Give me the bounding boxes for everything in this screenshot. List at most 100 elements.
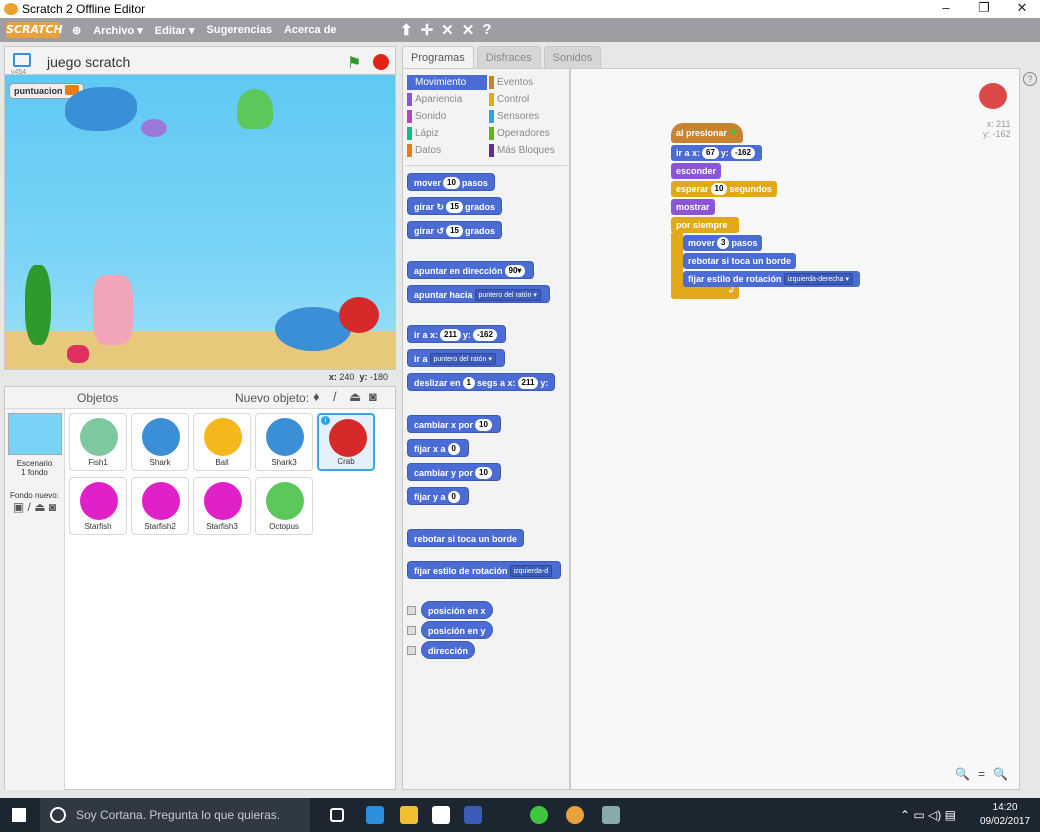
category-apariencia[interactable]: Apariencia	[407, 92, 487, 107]
block-apuntar-direccion[interactable]: apuntar en dirección 90▾	[407, 261, 535, 279]
dev-icon[interactable]	[464, 806, 482, 824]
script-ir-a-xy[interactable]: ir a x: 67 y: -162	[671, 145, 762, 161]
block-fijar-x[interactable]: fijar x a0	[407, 439, 469, 457]
hat-al-presionar[interactable]: al presionar ⚑	[671, 123, 743, 143]
block-fijar-estilo[interactable]: fijar estilo de rotación izquierda-d	[407, 561, 562, 579]
edge-icon[interactable]	[366, 806, 384, 824]
globe-icon[interactable]: ⊕	[72, 24, 81, 37]
fish-sprite[interactable]	[141, 119, 167, 137]
help-tips-icon[interactable]: ?	[1023, 72, 1037, 86]
sprite-image	[142, 482, 180, 520]
block-cambiar-y[interactable]: cambiar y por 10	[407, 463, 501, 481]
script-mostrar[interactable]: mostrar	[671, 199, 715, 215]
cortana-search[interactable]: Soy Cortana. Pregunta lo que quieras.	[40, 798, 310, 832]
windows-start-icon[interactable]	[12, 808, 26, 822]
zoom-in-icon[interactable]: 🔍	[993, 767, 1008, 781]
camera-sprite-icon[interactable]: ◙	[369, 389, 377, 404]
shark-sprite[interactable]	[65, 87, 137, 131]
stage[interactable]: puntuacion	[4, 74, 396, 370]
backdrop-tools-icon[interactable]: ▣ / ⏏ ◙	[5, 500, 64, 514]
tab-disfraces[interactable]: Disfraces	[476, 46, 541, 68]
reporter-direccion[interactable]: dirección	[421, 641, 476, 659]
menu-archivo[interactable]: Archivo ▾	[93, 24, 143, 37]
script-fijar-estilo[interactable]: fijar estilo de rotación izquierda-derech…	[683, 271, 861, 287]
reporter-posicion-x[interactable]: posición en x	[421, 601, 493, 619]
menu-acerca[interactable]: Acerca de	[284, 24, 337, 36]
posx-checkbox[interactable]	[407, 606, 416, 615]
stage-thumbnail[interactable]	[7, 413, 62, 455]
block-girar-derecha[interactable]: girar ↻ 15 grados	[407, 197, 502, 215]
paint-sprite-icon[interactable]: /	[333, 389, 337, 404]
script-por-siempre[interactable]: por siempre	[671, 217, 739, 233]
script-area[interactable]: x: 211 y: -162 al presionar ⚑ ir a x: 67 y:…	[570, 68, 1020, 790]
paint-icon[interactable]	[602, 806, 620, 824]
script-esperar[interactable]: esperar 10 segundos	[671, 181, 777, 197]
category-datos[interactable]: Datos	[407, 143, 487, 158]
block-girar-izquierda[interactable]: girar ↺ 15 grados	[407, 221, 502, 239]
block-cambiar-x[interactable]: cambiar x por 10	[407, 415, 501, 433]
block-mover[interactable]: mover 10 pasos	[407, 173, 495, 191]
shrink-icon[interactable]: ✕	[462, 21, 475, 39]
crab-sprite[interactable]	[339, 297, 379, 333]
sprite-thumb-shark3[interactable]: Shark3	[255, 413, 313, 471]
clock[interactable]: 14:20 09/02/2017	[980, 801, 1030, 829]
tray-icons[interactable]: ⌃ ▭ ◁) ▤	[900, 808, 956, 822]
file-explorer-icon[interactable]	[400, 806, 418, 824]
store-icon[interactable]	[432, 806, 450, 824]
project-name[interactable]: juego scratch	[47, 54, 130, 70]
minimize-button[interactable]: –	[928, 0, 964, 18]
info-icon[interactable]: i	[321, 416, 330, 425]
tab-programas[interactable]: Programas	[402, 46, 474, 68]
fullscreen-icon[interactable]	[13, 53, 31, 67]
chrome-icon[interactable]	[530, 806, 548, 824]
stop-icon[interactable]	[373, 54, 389, 70]
sprite-name: Octopus	[269, 522, 299, 531]
category-operadores[interactable]: Operadores	[489, 126, 569, 141]
sprite-thumb-octopus[interactable]: Octopus	[255, 477, 313, 535]
block-deslizar[interactable]: deslizar en 1 segs a x: 211 y:	[407, 373, 556, 391]
green-flag-icon[interactable]: ⚑	[347, 53, 361, 73]
category-lápiz[interactable]: Lápiz	[407, 126, 487, 141]
category-control[interactable]: Control	[489, 92, 569, 107]
menu-sugerencias[interactable]: Sugerencias	[207, 24, 272, 36]
block-fijar-y[interactable]: fijar y a0	[407, 487, 469, 505]
menu-editar[interactable]: Editar ▾	[155, 24, 195, 37]
category-sonido[interactable]: Sonido	[407, 109, 487, 124]
scratch-logo[interactable]: SCRATCH	[6, 22, 63, 38]
block-rebotar[interactable]: rebotar si toca un borde	[407, 529, 525, 547]
category-sensores[interactable]: Sensores	[489, 109, 569, 124]
sprite-thumb-ball[interactable]: Ball	[193, 413, 251, 471]
script-mover[interactable]: mover 3 pasos	[683, 235, 763, 251]
sprite-thumb-fish1[interactable]: Fish1	[69, 413, 127, 471]
block-ir-a-xy[interactable]: ir a x: 211 y: -162	[407, 325, 506, 343]
zoom-reset-icon[interactable]: =	[978, 767, 985, 781]
close-button[interactable]: ✕	[1004, 0, 1040, 18]
sprite-thumb-shark[interactable]: Shark	[131, 413, 189, 471]
scratch-task-icon[interactable]	[566, 806, 584, 824]
zoom-out-icon[interactable]: 🔍	[955, 767, 970, 781]
duplicate-icon[interactable]: ⬆	[400, 21, 413, 39]
category-más-bloques[interactable]: Más Bloques	[489, 143, 569, 158]
tab-sonidos[interactable]: Sonidos	[543, 46, 602, 68]
cut-icon[interactable]: ✛	[421, 21, 434, 39]
octopus-sprite[interactable]	[237, 89, 273, 129]
reporter-posicion-y[interactable]: posición en y	[421, 621, 493, 639]
maximize-button[interactable]: ❐	[966, 0, 1002, 18]
sprite-thumb-starfish[interactable]: Starfish	[69, 477, 127, 535]
block-ir-a[interactable]: ir a puntero del ratón ▾	[407, 349, 505, 367]
category-movimiento[interactable]: Movimiento	[407, 75, 487, 90]
sprite-thumb-starfish2[interactable]: Starfish2	[131, 477, 189, 535]
block-apuntar-hacia[interactable]: apuntar hacia puntero del ratón ▾	[407, 285, 550, 303]
direccion-checkbox[interactable]	[407, 646, 416, 655]
script-esconder[interactable]: esconder	[671, 163, 722, 179]
task-view-icon[interactable]	[330, 808, 344, 822]
posy-checkbox[interactable]	[407, 626, 416, 635]
sprite-thumb-crab[interactable]: Crab i	[317, 413, 375, 471]
script-rebotar[interactable]: rebotar si toca un borde	[683, 253, 797, 269]
help-icon[interactable]: ?	[482, 21, 491, 39]
category-eventos[interactable]: Eventos	[489, 75, 569, 90]
upload-sprite-icon[interactable]: ⏏	[349, 389, 361, 405]
grow-icon[interactable]: ✕	[441, 21, 454, 39]
choose-sprite-icon[interactable]: ♦	[313, 389, 320, 404]
sprite-thumb-starfish3[interactable]: Starfish3	[193, 477, 251, 535]
